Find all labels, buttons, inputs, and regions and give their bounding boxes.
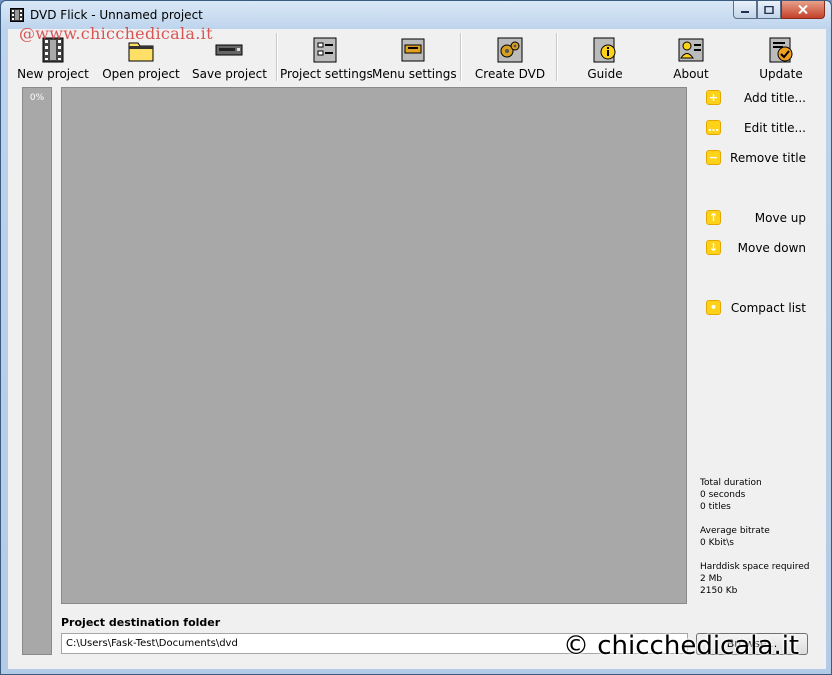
menu-screen-icon xyxy=(401,38,425,62)
space-stats: Harddisk space required 2 Mb 2150 Kb xyxy=(700,561,810,597)
project-settings-label: Project settings xyxy=(280,67,373,81)
compact-list-icon: • xyxy=(706,300,721,315)
minimize-button[interactable] xyxy=(733,1,757,19)
gears-icon xyxy=(497,37,523,63)
space-label: Harddisk space required xyxy=(700,562,810,572)
update-label: Update xyxy=(759,67,803,81)
about-button[interactable]: About xyxy=(654,29,728,85)
guide-button[interactable]: Guide xyxy=(568,29,642,85)
remove-title-button[interactable]: − Remove title xyxy=(694,147,806,169)
settings-panel-icon xyxy=(313,37,337,63)
space-mb: 2 Mb xyxy=(700,574,723,584)
arrow-up-icon: ↑ xyxy=(706,210,721,225)
about-label: About xyxy=(673,67,709,81)
edit-title-label: Edit title... xyxy=(744,121,806,135)
toolbar-separator xyxy=(460,33,462,81)
move-down-button[interactable]: ↓ Move down xyxy=(694,237,806,259)
client-area: New project Open project Save project Pr… xyxy=(8,29,826,669)
toolbar-separator xyxy=(556,33,558,81)
add-title-label: Add title... xyxy=(744,91,806,105)
create-dvd-button[interactable]: Create DVD xyxy=(472,29,548,85)
progress-bar: 0% xyxy=(22,87,52,655)
about-card-icon xyxy=(678,38,704,62)
maximize-button[interactable] xyxy=(757,1,781,19)
window-title: DVD Flick - Unnamed project xyxy=(30,8,203,22)
minimize-icon xyxy=(741,10,749,13)
ellipsis-icon: … xyxy=(706,120,721,135)
film-app-icon xyxy=(10,8,24,22)
compact-list-button[interactable]: • Compact list xyxy=(694,297,806,319)
move-down-label: Move down xyxy=(737,241,806,255)
bitrate-stats: Average bitrate 0 Kbit\s xyxy=(700,525,770,549)
update-button[interactable]: Update xyxy=(744,29,818,85)
move-up-button[interactable]: ↑ Move up xyxy=(694,207,806,229)
destination-label: Project destination folder xyxy=(61,616,221,629)
menu-settings-label: Menu settings xyxy=(372,67,457,81)
info-book-icon xyxy=(593,37,616,63)
compact-list-label: Compact list xyxy=(730,301,806,315)
menu-settings-button[interactable]: Menu settings xyxy=(372,29,457,85)
project-settings-button[interactable]: Project settings xyxy=(280,29,373,85)
arrow-down-icon: ↓ xyxy=(706,240,721,255)
toolbar-separator xyxy=(276,33,278,81)
maximize-icon xyxy=(764,5,774,14)
close-button[interactable] xyxy=(781,1,825,19)
duration-stats: Total duration 0 seconds 0 titles xyxy=(700,477,762,513)
dvd-drive-icon xyxy=(215,44,243,56)
space-kb: 2150 Kb xyxy=(700,586,738,596)
update-check-icon xyxy=(769,37,793,63)
watermark-top: @www.chicchedicala.it xyxy=(19,24,213,43)
duration-titles: 0 titles xyxy=(700,502,731,512)
duration-label: Total duration xyxy=(700,478,762,488)
open-project-label: Open project xyxy=(102,67,180,81)
new-project-label: New project xyxy=(17,67,89,81)
plus-icon: + xyxy=(706,90,721,105)
title-list[interactable] xyxy=(61,87,687,604)
duration-seconds: 0 seconds xyxy=(700,490,746,500)
app-window: DVD Flick - Unnamed project New project … xyxy=(0,0,832,675)
close-icon xyxy=(798,5,808,14)
watermark-bottom: © chicchedicala.it xyxy=(563,631,800,661)
bitrate-label: Average bitrate xyxy=(700,526,770,536)
bitrate-value: 0 Kbit\s xyxy=(700,538,734,548)
progress-percent: 0% xyxy=(29,93,45,103)
move-up-label: Move up xyxy=(754,211,806,225)
add-title-button[interactable]: + Add title... xyxy=(694,87,806,109)
create-dvd-label: Create DVD xyxy=(474,67,546,81)
edit-title-button[interactable]: … Edit title... xyxy=(694,117,806,139)
remove-title-label: Remove title xyxy=(730,151,806,165)
save-project-label: Save project xyxy=(192,67,267,81)
minus-icon: − xyxy=(706,150,721,165)
guide-label: Guide xyxy=(587,67,623,81)
